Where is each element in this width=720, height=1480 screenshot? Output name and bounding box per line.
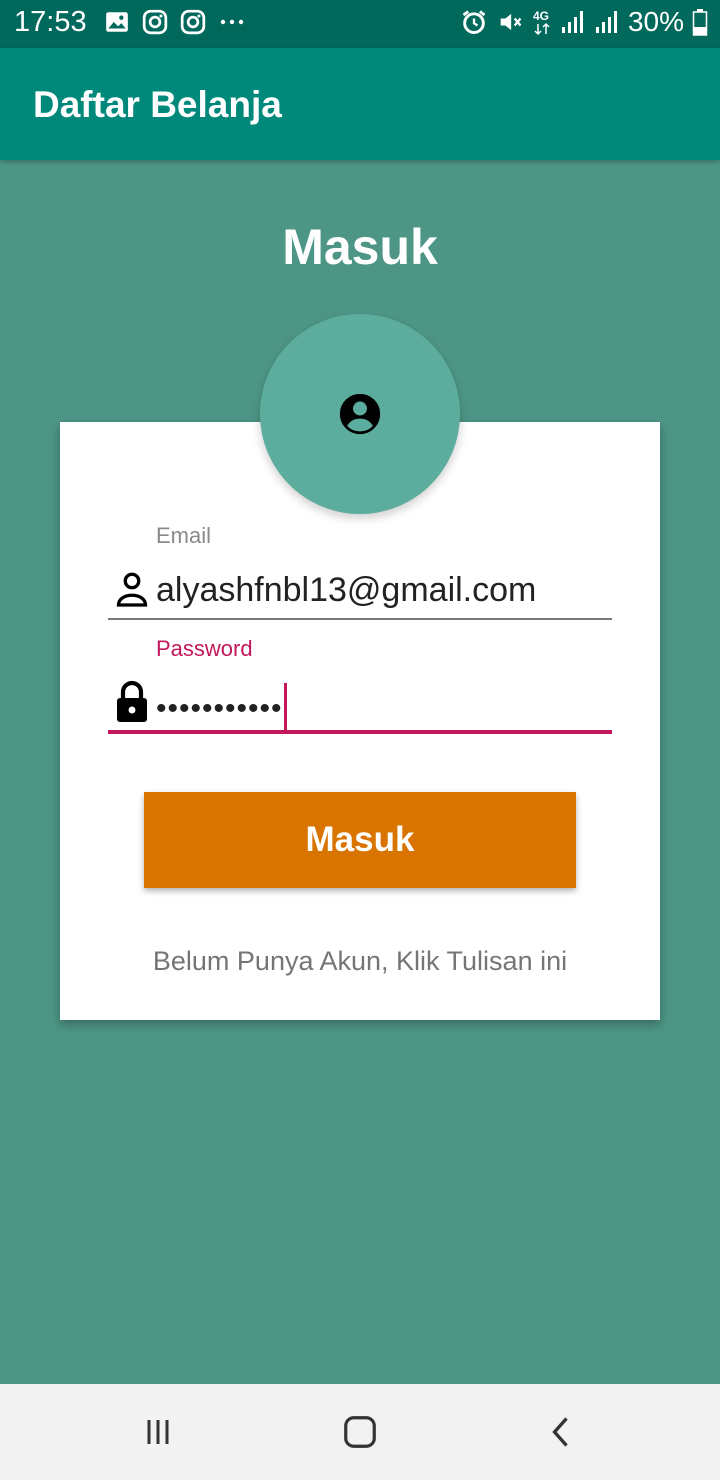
mute-icon — [496, 8, 524, 36]
password-label: Password — [156, 636, 253, 661]
login-button[interactable]: Masuk — [144, 792, 576, 888]
app-title: Daftar Belanja — [33, 84, 282, 125]
more-dots-icon — [218, 9, 246, 35]
system-icons: 4G 30% — [460, 6, 708, 38]
navigation-bar — [0, 1384, 720, 1480]
password-value: ••••••••••• — [156, 683, 287, 734]
email-value: alyashfnbl13@gmail.com — [156, 571, 537, 609]
recents-icon[interactable] — [138, 1412, 178, 1452]
lock-icon — [114, 678, 150, 724]
battery-percent: 30% — [627, 6, 684, 37]
instagram-icon — [180, 9, 206, 35]
alarm-icon — [460, 8, 488, 36]
gallery-icon — [104, 9, 130, 35]
email-field[interactable]: alyashfnbl13@gmail.com — [108, 568, 612, 620]
instagram-icon — [142, 9, 168, 35]
status-time: 17:53 — [14, 6, 87, 38]
status-bar: 17:53 4G 30% — [0, 0, 720, 48]
battery-icon — [692, 8, 708, 36]
password-field[interactable]: ••••••••••• — [108, 676, 612, 734]
notification-icons — [104, 9, 246, 35]
signal-icon — [560, 9, 586, 35]
text-caret — [283, 683, 287, 731]
register-link[interactable]: Belum Punya Akun, Klik Tulisan ini — [0, 946, 720, 977]
page-title: Masuk — [282, 219, 438, 275]
avatar — [260, 314, 460, 514]
app-bar: Daftar Belanja — [0, 48, 720, 160]
back-icon[interactable] — [542, 1412, 582, 1452]
svg-text:4G: 4G — [533, 9, 549, 23]
4g-icon: 4G — [532, 8, 552, 36]
account-circle-icon — [338, 392, 382, 436]
person-icon — [114, 570, 150, 610]
signal-icon — [594, 9, 620, 35]
email-label: Email — [156, 523, 212, 548]
home-icon[interactable] — [340, 1412, 380, 1452]
